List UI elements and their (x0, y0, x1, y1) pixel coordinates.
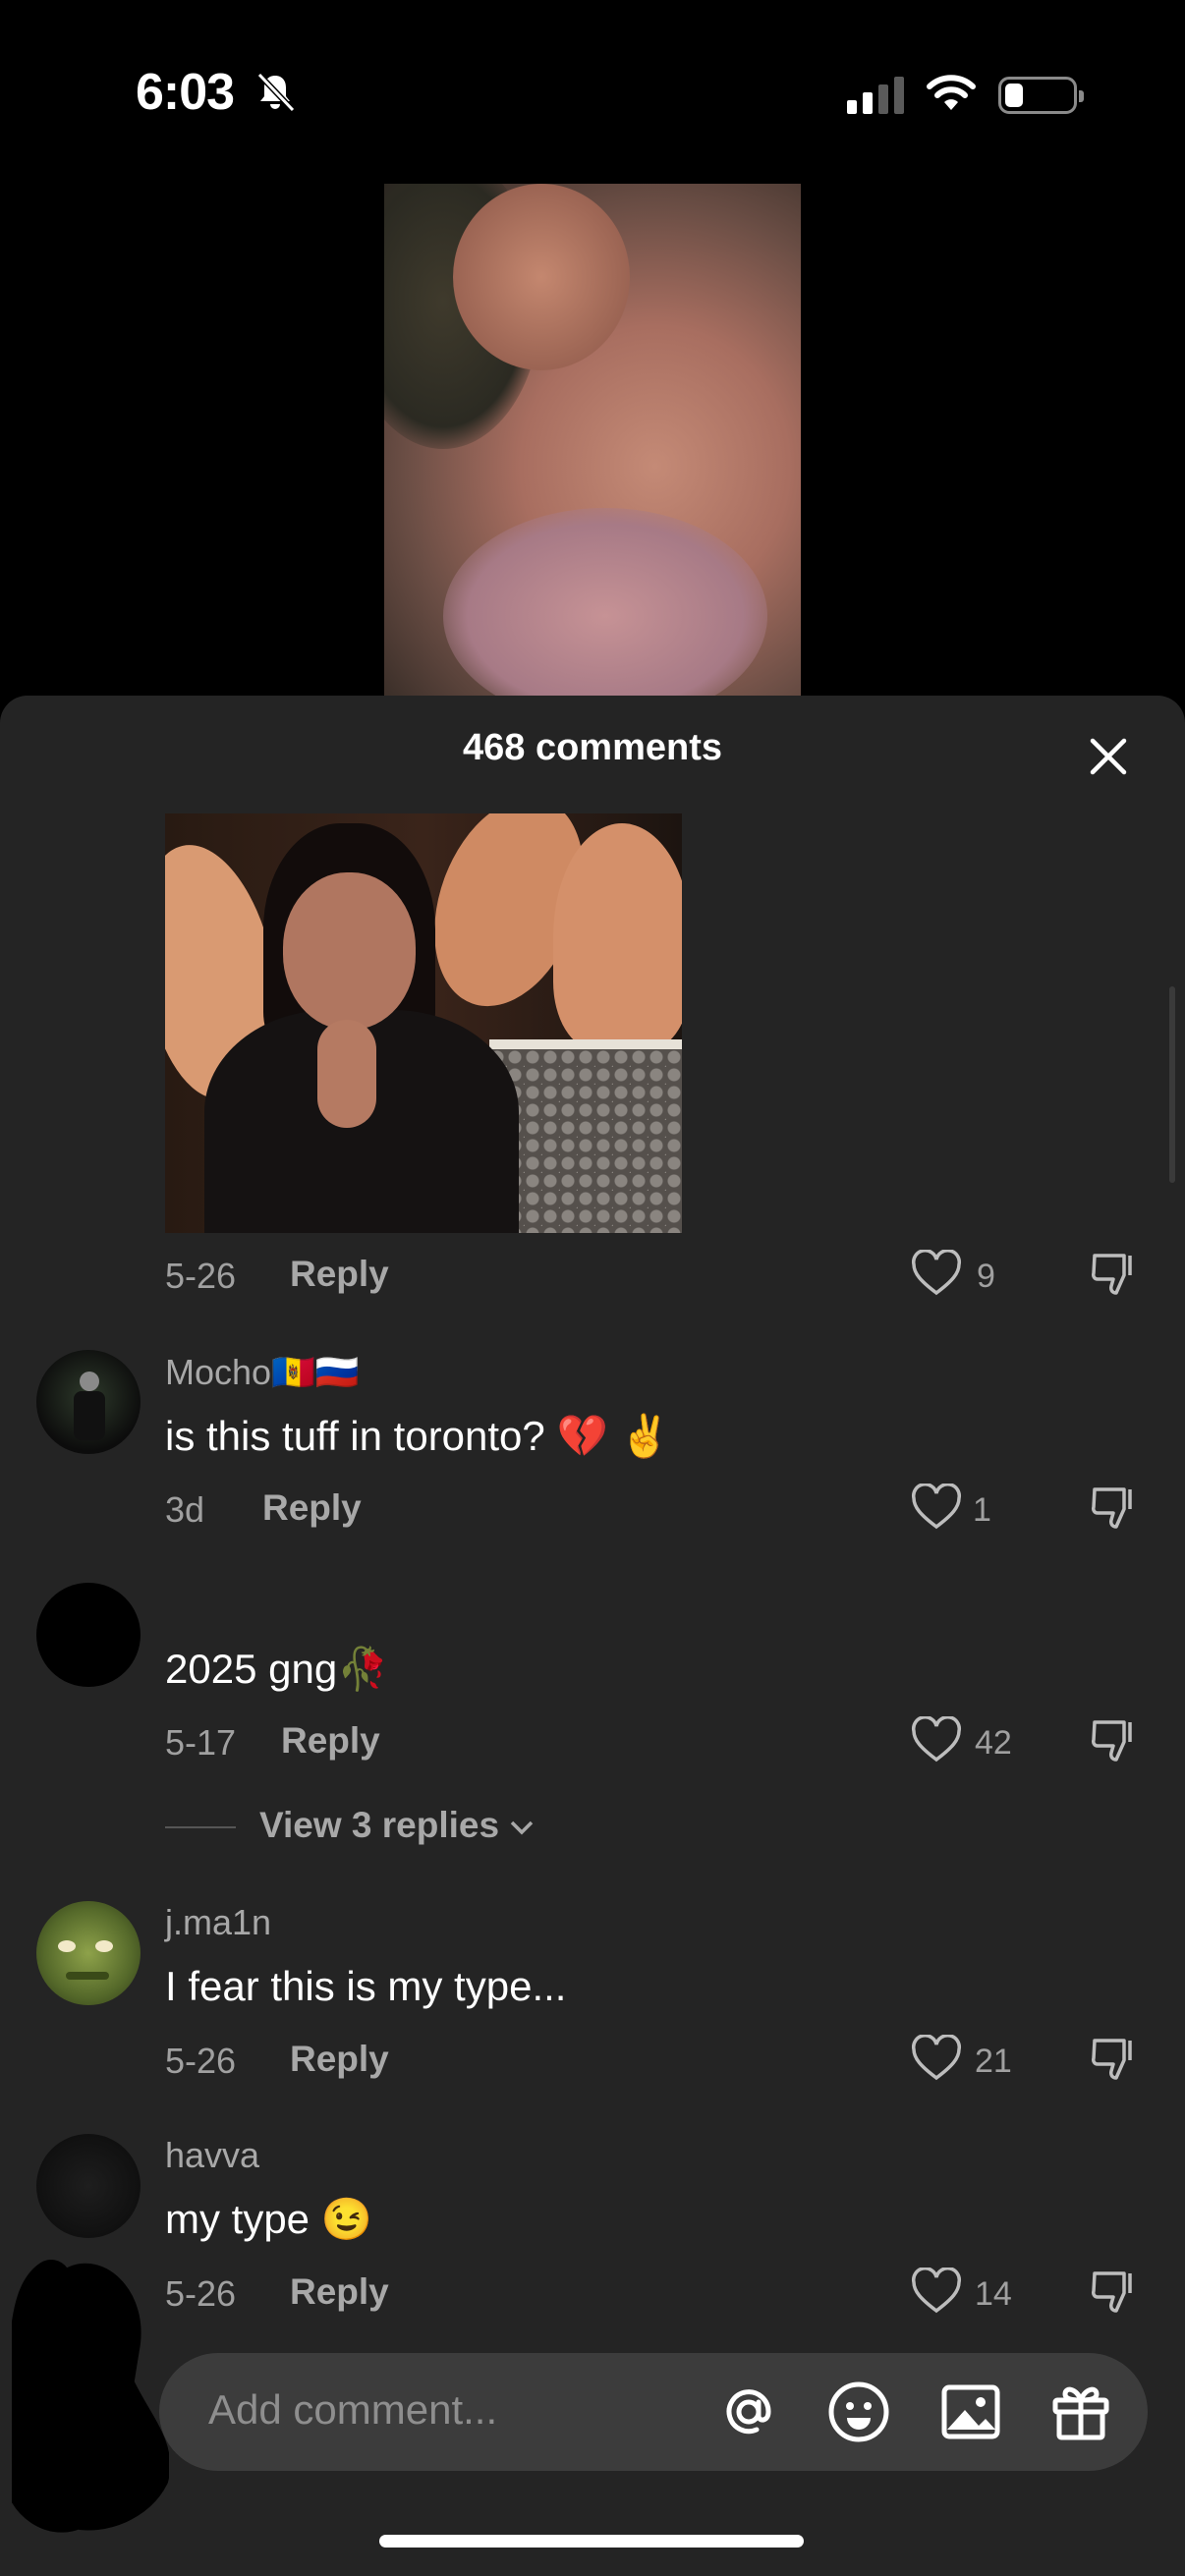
comment-input-bar[interactable]: Add comment... (159, 2353, 1148, 2471)
status-time: 6:03 (136, 64, 235, 121)
comment-text: 2025 gng🥀 (165, 1646, 389, 1692)
emoji: 😉 (320, 2196, 373, 2242)
comment-text: is this tuff in toronto? 💔 ✌️ (165, 1413, 671, 1459)
avatar[interactable] (36, 1583, 141, 1687)
close-icon[interactable] (1083, 731, 1134, 782)
dislike-icon[interactable] (1089, 1484, 1140, 1535)
like-count: 9 (977, 1258, 995, 1295)
comment-username[interactable]: j.ma1n (165, 1902, 271, 1943)
home-indicator[interactable] (379, 2535, 804, 2548)
wifi-icon (927, 75, 976, 110)
reply-button[interactable]: Reply (281, 1720, 380, 1762)
comment-date: 5-17 (165, 1722, 237, 1763)
avatar[interactable] (36, 1901, 141, 2005)
view-replies-divider (165, 1826, 236, 1828)
dislike-icon[interactable] (1089, 1716, 1140, 1767)
comment-username[interactable]: Mocho🇲🇩🇷🇺 (165, 1352, 360, 1393)
heart-icon[interactable] (911, 1250, 962, 1297)
comment-input[interactable]: Add comment... (208, 2386, 497, 2434)
bell-slash-icon (256, 72, 296, 113)
comment-date: 5-26 (165, 1256, 237, 1296)
comment-date: 5-26 (165, 2273, 237, 2314)
like-count: 14 (975, 2275, 1012, 2313)
scrollbar[interactable] (1169, 986, 1175, 1183)
reply-button[interactable]: Reply (290, 2039, 389, 2080)
flag-emojis: 🇲🇩🇷🇺 (271, 1352, 360, 1392)
chevron-down-icon (511, 1820, 534, 1835)
cellular-signal-icon (847, 77, 904, 114)
like-count: 21 (975, 2043, 1012, 2080)
gift-icon[interactable] (1047, 2379, 1114, 2445)
view-replies-button[interactable]: View 3 replies (259, 1805, 535, 1846)
comment-date: 3d (165, 1489, 205, 1530)
dislike-icon[interactable] (1089, 2268, 1140, 2319)
comment-text: I fear this is my type... (165, 1963, 567, 2009)
comments-sheet: 468 comments 5-26 Reply 9 Mocho🇲🇩🇷🇺 is t… (0, 696, 1185, 2576)
emoji: 💔 ✌️ (556, 1413, 671, 1459)
heart-icon[interactable] (911, 1484, 962, 1531)
heart-icon[interactable] (911, 2035, 962, 2082)
reply-button[interactable]: Reply (290, 1254, 389, 1295)
emoji: 🥀 (337, 1646, 389, 1692)
dislike-icon[interactable] (1089, 2035, 1140, 2086)
comment-gif-image[interactable] (165, 813, 682, 1233)
comments-count-title: 468 comments (462, 727, 722, 768)
avatar[interactable] (36, 2134, 141, 2238)
image-icon[interactable] (937, 2379, 1004, 2445)
like-count: 1 (973, 1491, 991, 1529)
at-icon[interactable] (715, 2379, 782, 2445)
reply-button[interactable]: Reply (290, 2271, 389, 2313)
dislike-icon[interactable] (1089, 1250, 1140, 1301)
emoji-icon[interactable] (825, 2379, 892, 2445)
heart-icon[interactable] (911, 1716, 962, 1764)
battery-icon (998, 77, 1084, 114)
video-preview[interactable] (384, 184, 801, 698)
redaction-scribble (12, 2260, 169, 2533)
heart-icon[interactable] (911, 2268, 962, 2315)
reply-button[interactable]: Reply (262, 1487, 362, 1529)
comment-date: 5-26 (165, 2041, 237, 2081)
comment-text: my type 😉 (165, 2196, 373, 2242)
like-count: 42 (975, 1724, 1012, 1762)
avatar[interactable] (36, 1350, 141, 1454)
comment-username[interactable]: havva (165, 2135, 259, 2176)
